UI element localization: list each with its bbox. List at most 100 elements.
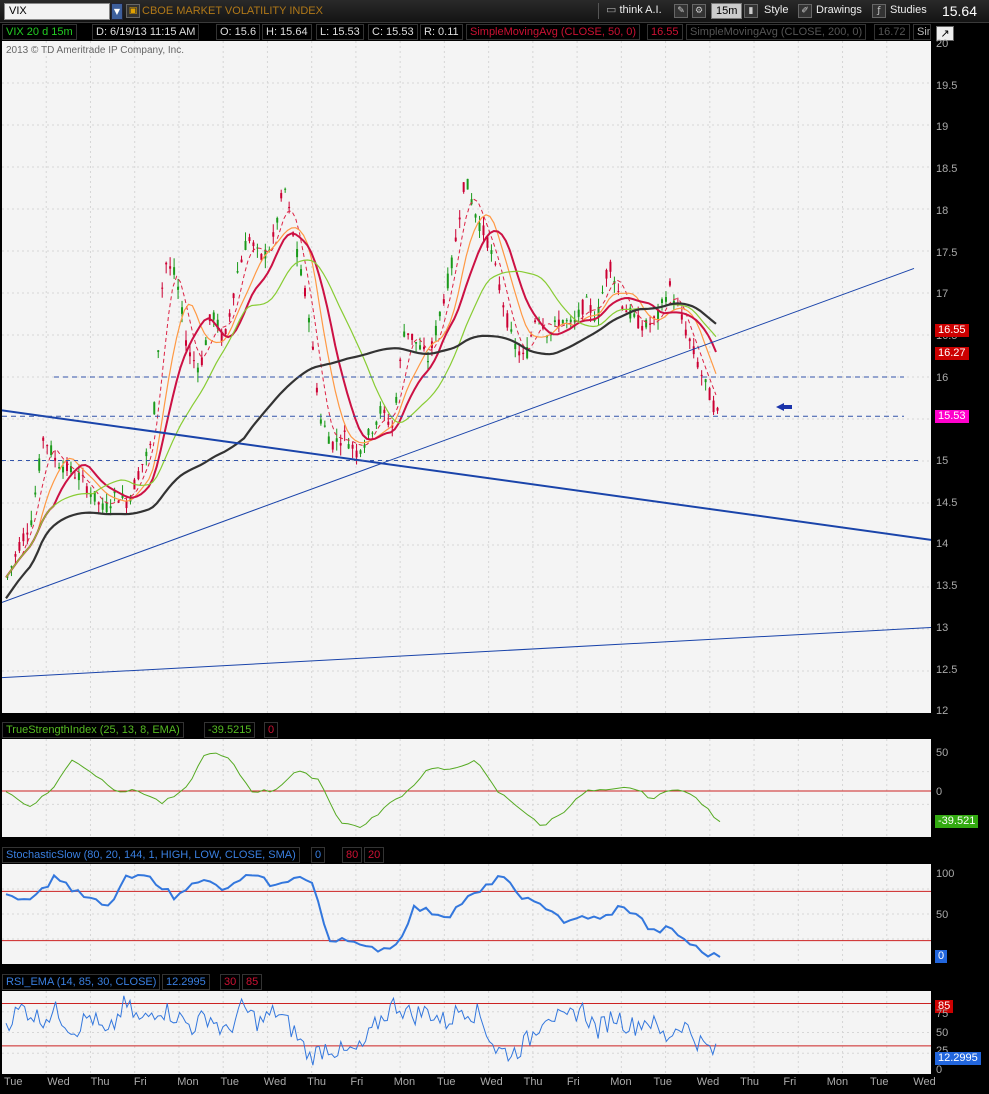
price-candle xyxy=(692,346,695,355)
price-candle xyxy=(371,432,374,434)
symbol-description: CBOE MARKET VOLATILITY INDEX xyxy=(142,5,323,17)
price-candle xyxy=(589,305,592,313)
price-candle xyxy=(688,338,691,342)
time-axis-label: Mon xyxy=(610,1076,632,1088)
study-overflow[interactable]: Sim xyxy=(913,24,931,40)
time-axis-label: Wed xyxy=(47,1076,70,1088)
price-tick-label: 15 xyxy=(936,455,949,467)
studies-button[interactable]: Studies xyxy=(886,2,931,20)
price-candle xyxy=(327,436,330,444)
price-candle xyxy=(383,409,386,414)
rsi-pane[interactable] xyxy=(2,991,931,1074)
price-candle xyxy=(34,492,37,495)
price-candle xyxy=(653,316,656,318)
tsi-value-tag: -39.521 xyxy=(935,815,979,828)
price-axis[interactable]: 2019.51918.51817.51716.51615.51514.51413… xyxy=(931,38,989,1094)
pencil-icon[interactable]: ✐ xyxy=(798,4,812,18)
bar-close: C: 15.53 xyxy=(368,24,418,40)
price-candle xyxy=(212,312,215,320)
time-axis-label: Fri xyxy=(566,1076,580,1088)
tsi-line xyxy=(5,752,721,829)
wrench-icon[interactable]: ⚙ xyxy=(692,4,706,18)
price-candle xyxy=(712,400,715,413)
price-candle xyxy=(359,450,362,454)
rsi-label[interactable]: RSI_EMA (14, 85, 30, CLOSE) xyxy=(2,974,161,990)
price-candle xyxy=(466,178,469,190)
price-candle xyxy=(185,340,187,346)
drawings-button[interactable]: Drawings xyxy=(812,2,866,20)
ema-fast-line xyxy=(5,198,717,578)
price-tick-label: 17 xyxy=(936,288,949,301)
price-tick-label: 20 xyxy=(936,38,949,50)
price-tick-label: 12.5 xyxy=(936,663,958,676)
tsi-tick-label: 0 xyxy=(936,786,943,798)
price-tick-label: 14.5 xyxy=(936,496,958,509)
price-candle xyxy=(399,359,402,361)
drawing-tool-icon[interactable]: ✎ xyxy=(674,4,688,18)
price-candle xyxy=(248,237,251,242)
price-candle xyxy=(716,407,719,411)
price-candle xyxy=(181,307,184,314)
chart-info-bar: VIX 20 d 15m D: 6/19/13 11:15 AM O: 15.6… xyxy=(2,24,931,41)
price-candle xyxy=(462,182,465,192)
price-candle xyxy=(510,329,513,332)
price-candle xyxy=(173,267,176,275)
price-tick-label: 17.5 xyxy=(936,246,958,259)
price-candle xyxy=(196,367,199,373)
price-candle xyxy=(518,351,521,356)
price-tick-label: 19 xyxy=(936,121,949,134)
price-candle xyxy=(367,428,370,436)
price-candle xyxy=(228,313,231,317)
tsi-pane[interactable] xyxy=(2,739,931,837)
price-candle xyxy=(73,477,76,479)
price-candle xyxy=(704,379,707,383)
bar-low: L: 15.53 xyxy=(316,24,364,40)
bar-open: O: 15.6 xyxy=(216,24,261,40)
stoch-under: 20 xyxy=(364,847,385,863)
price-candle xyxy=(192,360,195,362)
time-axis-label: Fri xyxy=(783,1076,797,1088)
price-candle xyxy=(601,292,604,294)
sma50-label[interactable]: SimpleMovingAvg (CLOSE, 50, 0) xyxy=(466,24,641,40)
think-ai-button[interactable]: ▭ think A.I. xyxy=(602,2,666,20)
price-candle xyxy=(605,269,608,279)
price-candle xyxy=(415,342,418,344)
price-candle xyxy=(434,325,437,336)
price-candle xyxy=(347,444,350,449)
time-axis[interactable]: Tue Wed Thu Fri Mon Tue Wed Thu Fri Mon Tue Wed Thu F… xyxy=(0,1074,989,1094)
stoch-pane[interactable] xyxy=(2,864,931,964)
sma200-label[interactable]: SimpleMovingAvg (CLOSE, 200, 0) xyxy=(686,24,867,40)
price-candle xyxy=(157,350,160,353)
candle-icon[interactable]: ▮ xyxy=(744,4,758,18)
price-candle xyxy=(625,310,628,313)
rsi-line xyxy=(5,995,717,1066)
style-button[interactable]: Style xyxy=(760,2,792,20)
price-candle xyxy=(375,421,378,425)
price-candle xyxy=(641,325,644,331)
studies-icon[interactable]: ƒ xyxy=(872,4,886,18)
price-candle xyxy=(407,333,410,336)
price-candle xyxy=(42,437,45,441)
price-candle xyxy=(177,286,180,290)
price-candle xyxy=(498,284,501,291)
price-chart[interactable]: 2013 © TD Ameritrade IP Company, Inc. xyxy=(2,41,931,713)
aggregation-button[interactable]: 15m xyxy=(711,3,743,19)
price-candle xyxy=(252,242,255,247)
symbol-input[interactable]: VIX xyxy=(4,3,110,20)
price-candle xyxy=(561,320,564,324)
stoch-tick-label: 100 xyxy=(936,868,955,880)
price-candle xyxy=(363,444,366,448)
price-candle xyxy=(145,451,148,457)
rsi-value: 12.2995 xyxy=(162,974,210,990)
price-candle xyxy=(89,494,92,497)
symbol-dropdown-icon[interactable]: ▼ xyxy=(111,3,123,20)
price-candle xyxy=(109,506,112,509)
tsi-label[interactable]: TrueStrengthIndex (25, 13, 8, EMA) xyxy=(2,722,184,738)
price-candle xyxy=(395,396,398,403)
price-tick-label: 18.5 xyxy=(936,163,958,176)
price-candle xyxy=(46,445,49,447)
price-candle xyxy=(426,360,429,363)
stoch-label[interactable]: StochasticSlow (80, 20, 144, 1, HIGH, LO… xyxy=(2,847,300,863)
symbol-link-icon[interactable]: ▣ xyxy=(126,4,140,18)
price-candle xyxy=(161,287,164,289)
